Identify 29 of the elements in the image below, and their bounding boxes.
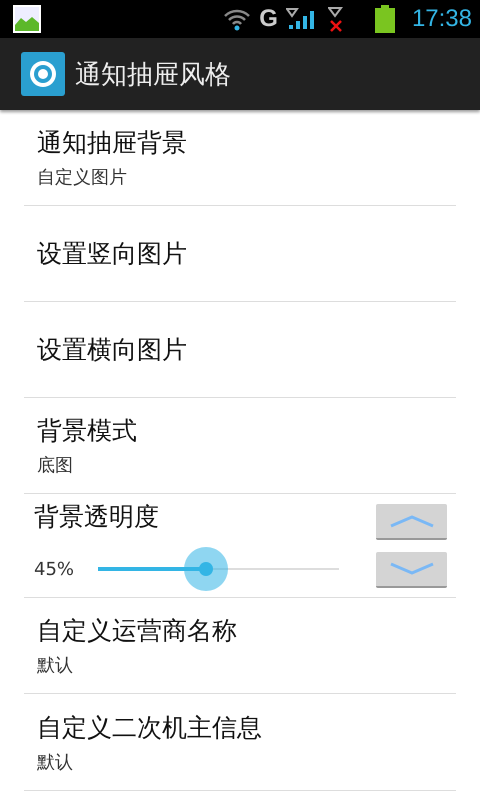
slider-value: 45% — [34, 558, 74, 580]
increase-button[interactable] — [376, 504, 447, 540]
preference-title: 设置横向图片 — [37, 334, 188, 366]
settings-icon — [21, 52, 65, 96]
slider-thumb[interactable] — [184, 547, 228, 591]
clock: 17:38 — [412, 5, 472, 33]
preference-summary: 底图 — [37, 454, 74, 477]
network-type: G — [259, 5, 278, 33]
preference-title: 背景透明度 — [34, 501, 160, 533]
preference-summary: 默认 — [37, 750, 74, 774]
preference-item[interactable]: 通知抽屉背景 自定义图片 — [24, 110, 456, 206]
preference-summary: 自定义图片 — [37, 166, 128, 189]
chevron-down-icon — [388, 562, 434, 576]
preference-item[interactable]: 自定义运营商名称 默认 — [24, 598, 456, 694]
screen-title: 通知抽屉风格 — [75, 58, 231, 92]
preference-item[interactable]: 设置横向图片 — [24, 302, 456, 398]
preference-title: 自定义二次机主信息 — [37, 712, 263, 744]
decrease-button[interactable] — [376, 552, 447, 588]
chevron-up-icon — [388, 514, 434, 528]
preference-item[interactable]: 自定义二次机主信息 默认 — [24, 694, 456, 791]
preference-title: 自定义运营商名称 — [37, 615, 238, 647]
wifi-icon — [223, 7, 252, 31]
preference-item[interactable]: 设置竖向图片 — [24, 206, 456, 302]
preference-item[interactable]: 背景模式 底图 — [24, 398, 456, 494]
preference-title: 通知抽屉背景 — [37, 127, 188, 159]
preference-title: 背景模式 — [37, 415, 138, 447]
preference-title: 设置竖向图片 — [37, 238, 188, 270]
battery-icon — [374, 5, 396, 33]
preference-summary: 默认 — [37, 654, 74, 677]
